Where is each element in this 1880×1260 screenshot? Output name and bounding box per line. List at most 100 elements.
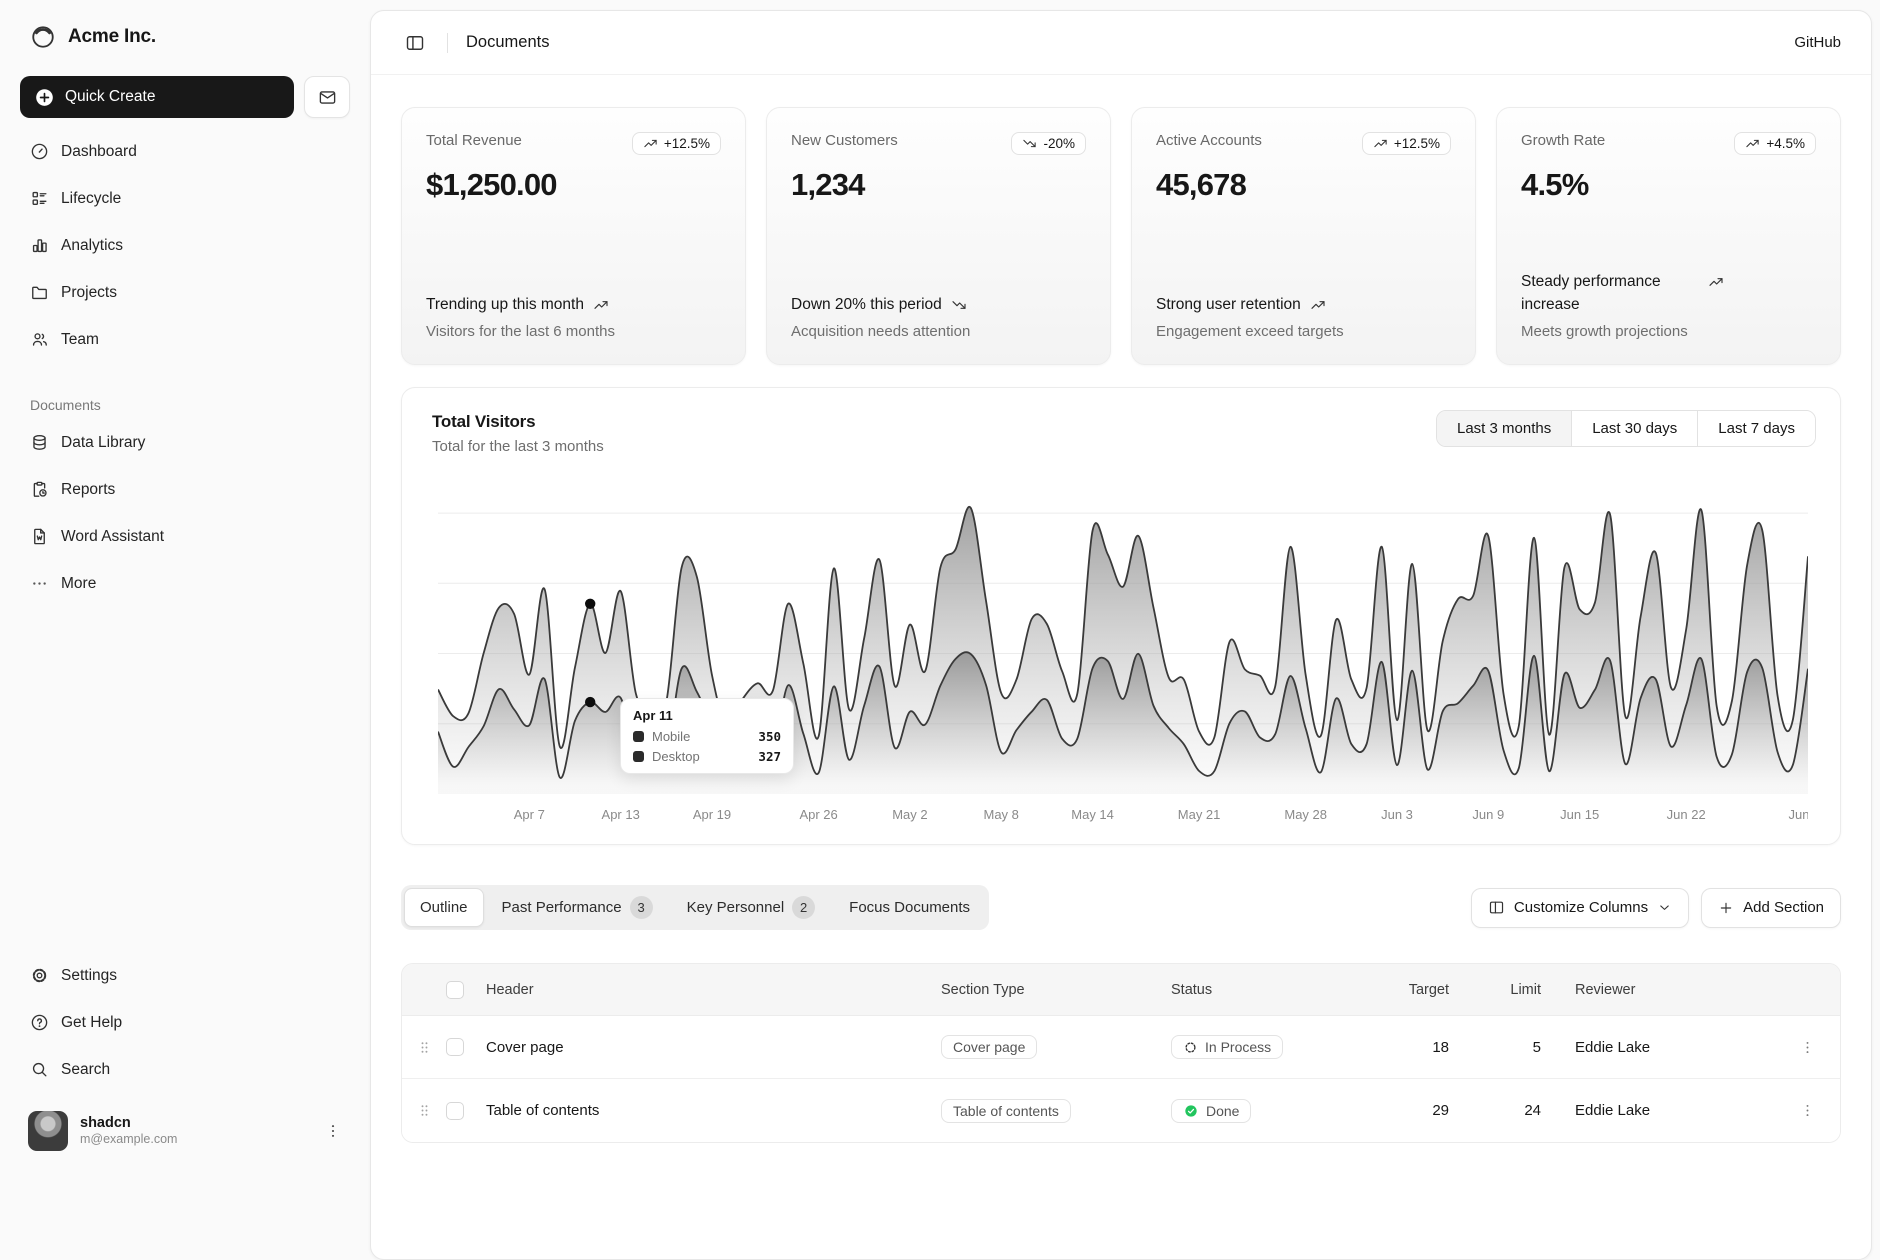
svg-text:Jun 15: Jun 15 xyxy=(1560,807,1599,822)
trending-down-icon xyxy=(951,297,967,313)
trend-badge: +12.5% xyxy=(632,132,721,155)
stat-card-growth-rate: Growth Rate +4.5% 4.5% Steady performanc… xyxy=(1496,107,1841,365)
target-cell[interactable]: 29 xyxy=(1383,1102,1483,1119)
page-header: Documents GitHub xyxy=(371,11,1871,75)
drag-handle[interactable] xyxy=(402,1102,446,1119)
svg-text:Jun 3: Jun 3 xyxy=(1381,807,1413,822)
row-menu-button[interactable] xyxy=(1775,1102,1840,1119)
list-details-icon xyxy=(30,189,49,208)
sidebar-item-more[interactable]: More xyxy=(20,564,350,603)
github-link[interactable]: GitHub xyxy=(1794,34,1841,51)
stat-label: Growth Rate xyxy=(1521,132,1605,149)
sidebar-item-projects[interactable]: Projects xyxy=(20,273,350,312)
add-section-button[interactable]: Add Section xyxy=(1701,888,1841,928)
columns-icon xyxy=(1488,899,1505,916)
inbox-button[interactable] xyxy=(304,76,350,118)
tab-past-performance[interactable]: Past Performance 3 xyxy=(486,888,669,927)
tooltip-row-desktop: Desktop 327 xyxy=(633,749,781,764)
target-cell[interactable]: 18 xyxy=(1383,1039,1483,1056)
header-divider xyxy=(447,33,448,53)
search-icon xyxy=(30,1060,49,1079)
user-menu[interactable]: shadcn m@example.com xyxy=(20,1105,350,1157)
workspace-name: Acme Inc. xyxy=(68,26,156,48)
sidebar-item-reports[interactable]: Reports xyxy=(20,470,350,509)
sidebar-item-data-library[interactable]: Data Library xyxy=(20,423,350,462)
table-row[interactable]: Table of contents Table of contents Done… xyxy=(402,1079,1840,1142)
reviewer-cell[interactable]: Eddie Lake xyxy=(1575,1102,1775,1119)
tab-key-personnel[interactable]: Key Personnel 2 xyxy=(671,888,832,927)
select-all-checkbox[interactable] xyxy=(446,981,464,999)
panel-left-icon xyxy=(405,33,425,53)
workspace-switcher[interactable]: Acme Inc. xyxy=(20,18,350,56)
acme-logo-icon xyxy=(30,24,56,50)
mail-icon xyxy=(318,88,337,107)
row-checkbox[interactable] xyxy=(446,1102,464,1120)
area-chart[interactable]: Apr 7Apr 13Apr 19Apr 26May 2May 8May 14M… xyxy=(438,481,1804,826)
status-badge: Done xyxy=(1171,1099,1251,1123)
drag-handle[interactable] xyxy=(402,1039,446,1056)
stat-card-total-revenue: Total Revenue +12.5% $1,250.00 Trending … xyxy=(401,107,746,365)
chart-tooltip: Apr 11 Mobile 350 Desktop 327 xyxy=(620,698,794,774)
svg-text:Apr 26: Apr 26 xyxy=(799,807,837,822)
range-last-30-days[interactable]: Last 30 days xyxy=(1571,411,1697,446)
documents-nav: Data Library Reports Word Assistant xyxy=(20,423,350,603)
sidebar-item-team[interactable]: Team xyxy=(20,320,350,359)
svg-text:Jun 30: Jun 30 xyxy=(1788,807,1808,822)
stat-card-new-customers: New Customers -20% 1,234 Down 20% this p… xyxy=(766,107,1111,365)
circle-plus-icon xyxy=(34,87,55,108)
sidebar-item-search[interactable]: Search xyxy=(20,1050,350,1089)
report-icon xyxy=(30,480,49,499)
gear-icon xyxy=(30,966,49,985)
stat-value: 1,234 xyxy=(791,167,1086,203)
stat-cards: Total Revenue +12.5% $1,250.00 Trending … xyxy=(401,107,1841,365)
stat-label: Total Revenue xyxy=(426,132,522,149)
limit-cell[interactable]: 24 xyxy=(1483,1102,1575,1119)
sidebar-item-analytics[interactable]: Analytics xyxy=(20,226,350,265)
sidebar-item-get-help[interactable]: Get Help xyxy=(20,1003,350,1042)
kebab-icon xyxy=(324,1122,342,1140)
svg-text:Apr 13: Apr 13 xyxy=(602,807,640,822)
svg-text:Jun 22: Jun 22 xyxy=(1667,807,1706,822)
user-email: m@example.com xyxy=(80,1132,177,1148)
desktop-swatch xyxy=(633,751,644,762)
sidebar: Acme Inc. Quick Create Dashboard xyxy=(0,0,370,1175)
range-last-7-days[interactable]: Last 7 days xyxy=(1697,411,1815,446)
svg-text:May 8: May 8 xyxy=(983,807,1018,822)
svg-text:May 2: May 2 xyxy=(892,807,927,822)
sections-toolbar: Outline Past Performance 3 Key Personnel… xyxy=(401,885,1841,930)
dashboard-icon xyxy=(30,142,49,161)
row-checkbox[interactable] xyxy=(446,1038,464,1056)
range-last-3-months[interactable]: Last 3 months xyxy=(1437,411,1571,446)
tab-focus-documents[interactable]: Focus Documents xyxy=(833,888,986,927)
stat-value: 45,678 xyxy=(1156,167,1451,203)
svg-text:May 28: May 28 xyxy=(1284,807,1327,822)
trend-badge: +4.5% xyxy=(1734,132,1816,155)
customize-columns-button[interactable]: Customize Columns xyxy=(1471,888,1689,928)
svg-text:Jun 9: Jun 9 xyxy=(1472,807,1504,822)
user-name: shadcn xyxy=(80,1114,177,1132)
reviewer-cell[interactable]: Eddie Lake xyxy=(1575,1039,1775,1056)
mobile-swatch xyxy=(633,731,644,742)
secondary-nav: Settings Get Help Search xyxy=(20,956,350,1089)
sidebar-item-dashboard[interactable]: Dashboard xyxy=(20,132,350,171)
avatar xyxy=(28,1111,68,1151)
tab-outline[interactable]: Outline xyxy=(404,888,484,927)
trending-up-icon xyxy=(593,297,609,313)
trend-badge: -20% xyxy=(1011,132,1086,155)
trending-up-icon xyxy=(1708,274,1724,290)
sidebar-item-settings[interactable]: Settings xyxy=(20,956,350,995)
users-icon xyxy=(30,330,49,349)
row-header-cell: Table of contents xyxy=(486,1102,941,1119)
dots-icon xyxy=(30,574,49,593)
stat-label: New Customers xyxy=(791,132,898,149)
row-header-cell: Cover page xyxy=(486,1039,941,1056)
sidebar-toggle-button[interactable] xyxy=(401,29,429,57)
quick-create-button[interactable]: Quick Create xyxy=(20,76,294,118)
limit-cell[interactable]: 5 xyxy=(1483,1039,1575,1056)
row-menu-button[interactable] xyxy=(1775,1039,1840,1056)
file-word-icon xyxy=(30,527,49,546)
sidebar-item-word-assistant[interactable]: Word Assistant xyxy=(20,517,350,556)
sidebar-item-lifecycle[interactable]: Lifecycle xyxy=(20,179,350,218)
table-row[interactable]: Cover page Cover page In Process 18 5 Ed… xyxy=(402,1016,1840,1079)
tab-count-badge: 2 xyxy=(792,896,815,919)
